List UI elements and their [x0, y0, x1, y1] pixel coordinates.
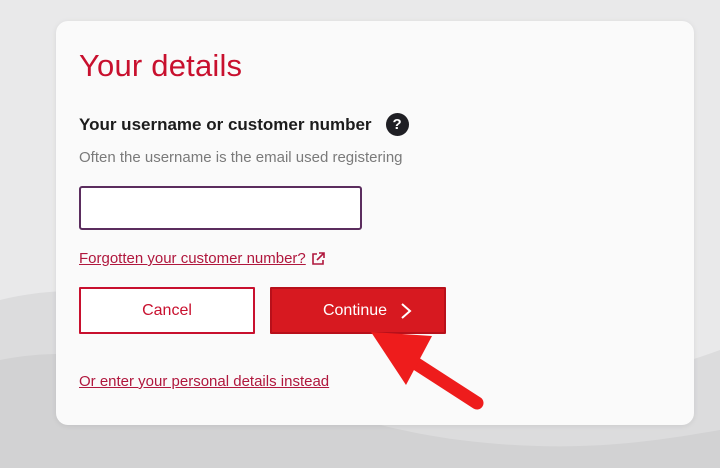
continue-button[interactable]: Continue: [270, 287, 446, 334]
forgot-link-label: Forgotten your customer number?: [79, 250, 306, 267]
chevron-right-icon: [401, 303, 412, 319]
username-label: Your username or customer number: [79, 114, 372, 134]
details-card: Your details Your username or customer n…: [56, 21, 694, 425]
username-hint: Often the username is the email used reg…: [79, 149, 403, 166]
cancel-button[interactable]: Cancel: [79, 287, 255, 334]
question-mark-icon[interactable]: ?: [385, 113, 409, 136]
personal-details-link[interactable]: Or enter your personal details instead: [79, 373, 329, 390]
username-input[interactable]: [79, 186, 362, 230]
continue-button-label: Continue: [322, 301, 388, 319]
cancel-button-label: Cancel: [142, 301, 192, 319]
forgot-customer-number-link[interactable]: Forgotten your customer number?: [79, 250, 325, 267]
external-link-icon: [311, 251, 325, 265]
field-label-row: Your username or customer number ?: [79, 113, 409, 136]
page-title: Your details: [79, 48, 243, 83]
